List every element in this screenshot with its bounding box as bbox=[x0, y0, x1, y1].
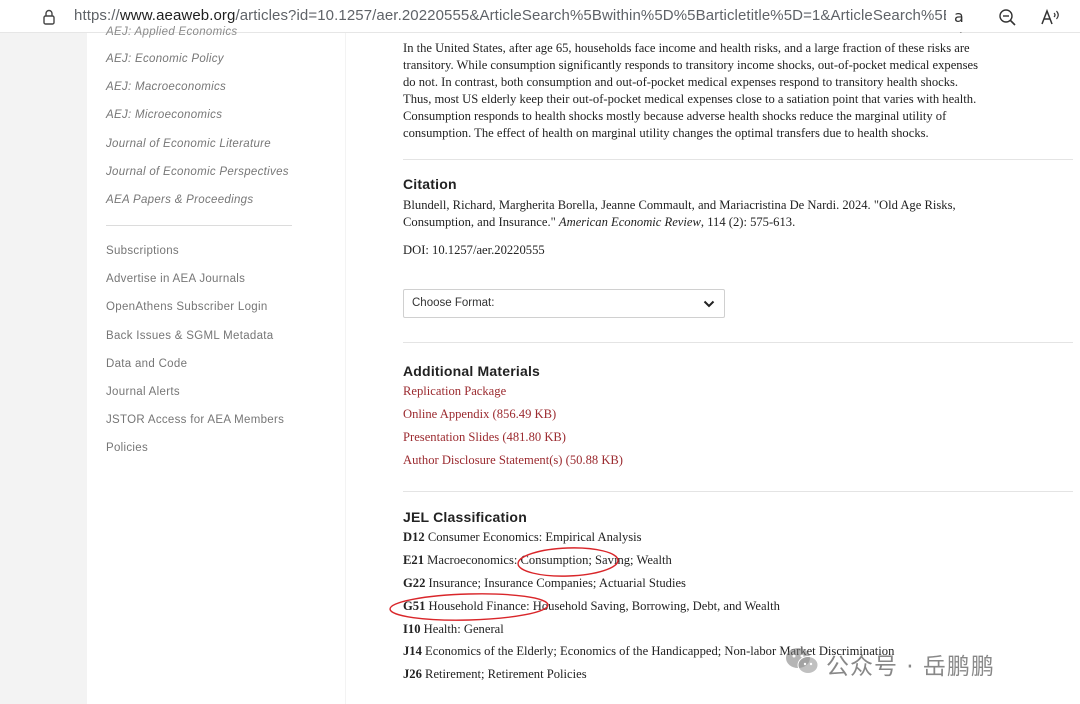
jel-code: J14 bbox=[403, 644, 422, 658]
jel-item[interactable]: J14 Economics of the Elderly; Economics … bbox=[403, 644, 894, 659]
replication-package-link[interactable]: Replication Package bbox=[403, 384, 506, 399]
sidebar-journal-microeconomics[interactable]: AEJ: Microeconomics bbox=[106, 109, 222, 121]
url-path: /articles?id=10.1257/aer.20220555&Articl… bbox=[235, 7, 946, 24]
jel-text: Health: General bbox=[423, 622, 504, 636]
jel-text: Retirement; Retirement Policies bbox=[425, 667, 587, 681]
jel-item[interactable]: J26 Retirement; Retirement Policies bbox=[403, 667, 587, 682]
jel-text: Insurance; Insurance Companies; Actuaria… bbox=[428, 576, 686, 590]
choose-format-label: Choose Format: bbox=[412, 297, 495, 309]
sidebar-link-openathens[interactable]: OpenAthens Subscriber Login bbox=[106, 301, 268, 313]
jel-text: Macroeconomics: Consumption; Saving; Wea… bbox=[427, 553, 672, 567]
read-mode-icon[interactable]: aあ bbox=[954, 7, 976, 49]
jel-code: D12 bbox=[403, 530, 425, 544]
citation-heading: Citation bbox=[403, 176, 457, 192]
chevron-down-icon bbox=[703, 300, 715, 308]
sidebar-journal-jel[interactable]: Journal of Economic Literature bbox=[106, 138, 271, 150]
jel-item[interactable]: D12 Consumer Economics: Empirical Analys… bbox=[403, 530, 642, 545]
jel-code: J26 bbox=[403, 667, 422, 681]
section-divider bbox=[403, 342, 1073, 343]
sidebar-link-back-issues[interactable]: Back Issues & SGML Metadata bbox=[106, 330, 273, 342]
jel-item[interactable]: E21 Macroeconomics: Consumption; Saving;… bbox=[403, 553, 672, 568]
abstract-line: consumption. The effect of health on mar… bbox=[403, 126, 929, 140]
sidebar-link-subscriptions[interactable]: Subscriptions bbox=[106, 245, 179, 257]
jel-code: E21 bbox=[403, 553, 424, 567]
jel-code: I10 bbox=[403, 622, 421, 636]
citation-journal: American Economic Review bbox=[558, 215, 701, 229]
sidebar-divider bbox=[106, 225, 292, 226]
article-main: In the United States, after age 65, hous… bbox=[346, 33, 1080, 704]
abstract-line: transitory. While consumption significan… bbox=[403, 58, 978, 72]
sidebar-link-data-code[interactable]: Data and Code bbox=[106, 358, 187, 370]
url-host: www.aeaweb.org bbox=[119, 7, 236, 24]
jel-item[interactable]: G51 Household Finance: Household Saving,… bbox=[403, 599, 780, 614]
sidebar: AEJ: Applied Economics AEJ: Economic Pol… bbox=[87, 26, 345, 704]
citation-text-part: Consumption, and Insurance." bbox=[403, 215, 559, 229]
watermark-text: 公众号 · 岳鹏鹏 bbox=[826, 654, 995, 680]
citation-line: Consumption, and Insurance." American Ec… bbox=[403, 214, 1053, 231]
author-disclosure-link[interactable]: Author Disclosure Statement(s) (50.88 KB… bbox=[403, 453, 623, 468]
citation-line: Blundell, Richard, Margherita Borella, J… bbox=[403, 198, 956, 212]
choose-format-select[interactable]: Choose Format: bbox=[403, 289, 725, 318]
sidebar-journal-applied[interactable]: AEJ: Applied Economics bbox=[106, 26, 237, 38]
url-scheme: https:// bbox=[74, 7, 120, 24]
presentation-slides-link[interactable]: Presentation Slides (481.80 KB) bbox=[403, 430, 566, 445]
sidebar-link-jstor[interactable]: JSTOR Access for AEA Members bbox=[106, 414, 284, 426]
sidebar-link-journal-alerts[interactable]: Journal Alerts bbox=[106, 386, 180, 398]
wechat-logo-icon bbox=[786, 648, 819, 674]
online-appendix-link[interactable]: Online Appendix (856.49 KB) bbox=[403, 407, 556, 422]
abstract-line: Consumption responds to health shocks mo… bbox=[403, 109, 947, 123]
abstract-line: Thus, most US elderly keep their out-of-… bbox=[403, 92, 977, 106]
url-text[interactable]: https://www.aeaweb.org/articles?id=10.12… bbox=[74, 7, 946, 27]
sidebar-journal-jep[interactable]: Journal of Economic Perspectives bbox=[106, 166, 289, 178]
doi-text: DOI: 10.1257/aer.20220555 bbox=[403, 243, 545, 257]
jel-code: G22 bbox=[403, 576, 426, 590]
jel-text: Consumer Economics: Empirical Analysis bbox=[427, 530, 642, 544]
sidebar-link-advertise[interactable]: Advertise in AEA Journals bbox=[106, 273, 245, 285]
jel-code: G51 bbox=[403, 599, 426, 613]
abstract-line: do not. In contrast, both consumption an… bbox=[403, 75, 959, 89]
zoom-icon[interactable] bbox=[997, 7, 1019, 27]
abstract-line: In the United States, after age 65, hous… bbox=[403, 41, 970, 55]
jel-item[interactable]: G22 Insurance; Insurance Companies; Actu… bbox=[403, 576, 686, 591]
sidebar-link-policies[interactable]: Policies bbox=[106, 442, 148, 454]
abstract: In the United States, after age 65, hous… bbox=[403, 40, 1073, 142]
jel-text: Economics of the Elderly; Economics of t… bbox=[425, 644, 895, 658]
jel-heading: JEL Classification bbox=[403, 509, 527, 525]
section-divider bbox=[403, 159, 1073, 160]
sidebar-journal-economic-policy[interactable]: AEJ: Economic Policy bbox=[106, 53, 224, 65]
citation-text: Blundell, Richard, Margherita Borella, J… bbox=[403, 197, 1053, 231]
jel-text: Household Finance: Household Saving, Bor… bbox=[428, 599, 780, 613]
additional-materials-heading: Additional Materials bbox=[403, 363, 541, 379]
jel-item[interactable]: I10 Health: General bbox=[403, 622, 504, 637]
section-divider bbox=[403, 491, 1073, 492]
citation-text-part: , 114 (2): 575-613. bbox=[700, 215, 796, 229]
read-aloud-icon[interactable] bbox=[1040, 7, 1062, 27]
sidebar-journal-macroeconomics[interactable]: AEJ: Macroeconomics bbox=[106, 81, 226, 93]
lock-icon[interactable] bbox=[40, 8, 58, 26]
sidebar-journal-papers-proceedings[interactable]: AEA Papers & Proceedings bbox=[106, 194, 253, 206]
